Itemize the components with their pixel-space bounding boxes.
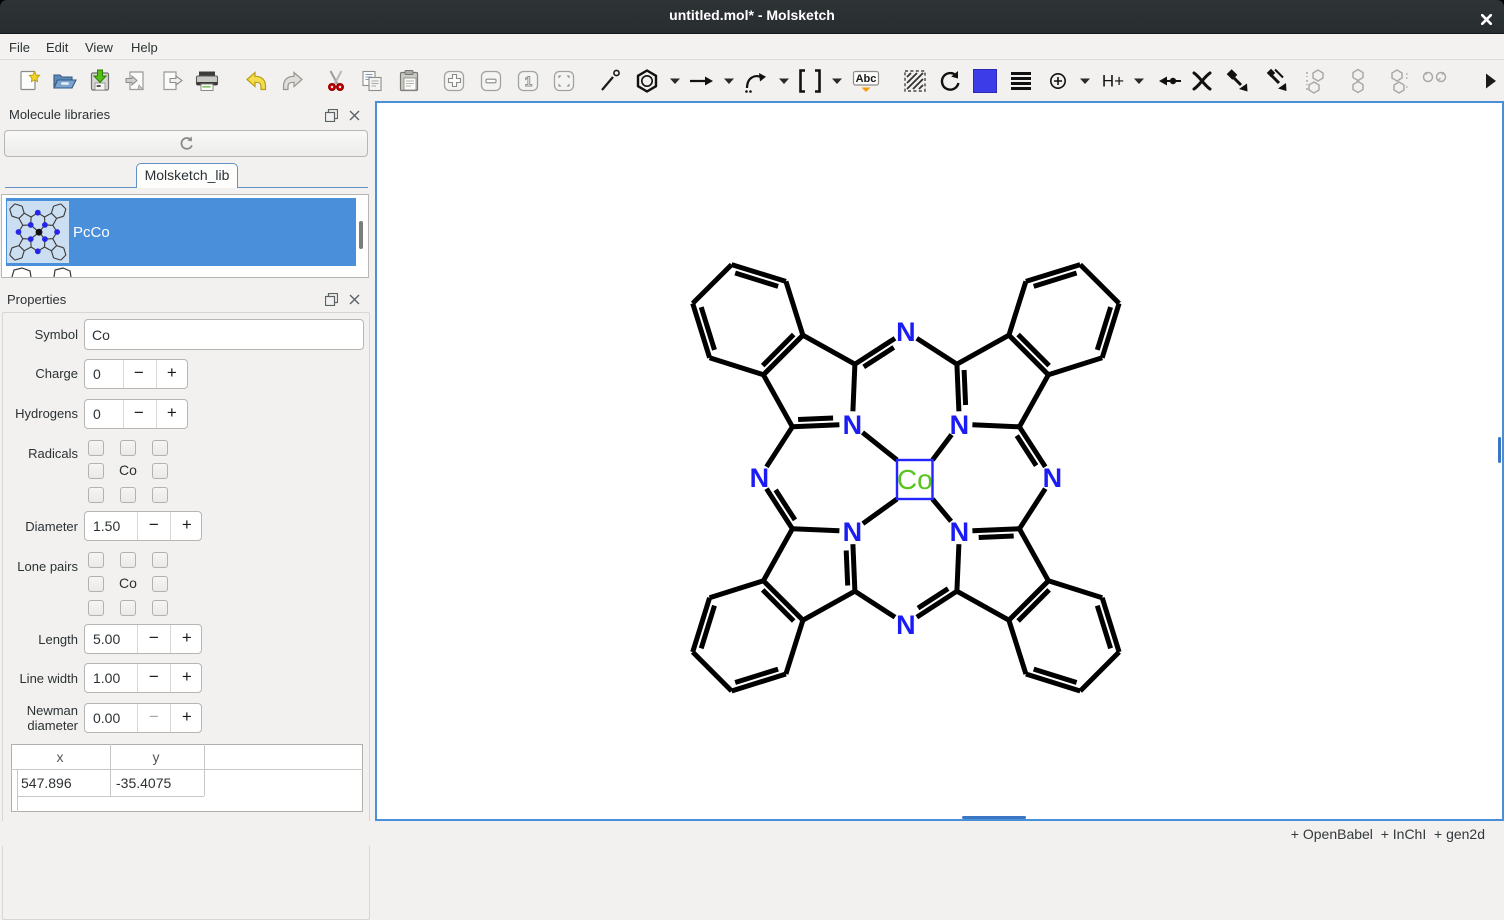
svg-text:Abc: Abc [856, 73, 877, 85]
svg-text:N: N [950, 517, 970, 547]
svg-text:N: N [750, 463, 770, 493]
svg-text:1: 1 [525, 74, 533, 89]
svg-text:N: N [843, 410, 863, 440]
svg-text:N: N [896, 610, 916, 640]
svg-text:N: N [896, 317, 916, 347]
svg-text:H+: H+ [1102, 72, 1124, 91]
svg-text:Co: Co [897, 464, 933, 495]
svg-text:N: N [1043, 463, 1063, 493]
svg-text:N: N [843, 517, 863, 547]
svg-text:N: N [950, 410, 970, 440]
